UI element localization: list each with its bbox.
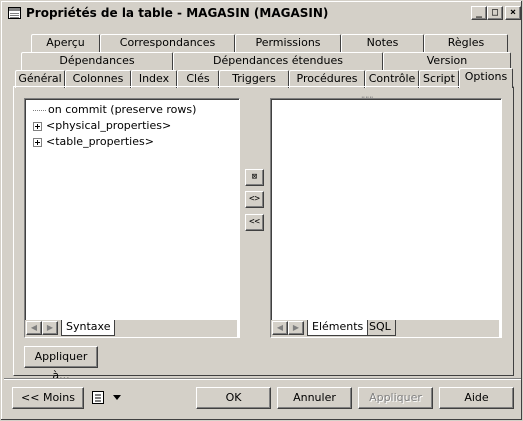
- tab-dependances-etendues[interactable]: Dépendances étendues: [173, 52, 383, 70]
- tab-syntaxe[interactable]: Syntaxe: [61, 320, 116, 336]
- tree-item-label: <table_properties>: [46, 135, 154, 148]
- tab-regles[interactable]: Règles: [424, 34, 508, 52]
- dialog-window: Propriétés de la table - MAGASIN (MAGASI…: [0, 0, 523, 421]
- tab-sql[interactable]: SQL: [365, 320, 396, 336]
- apply-button[interactable]: Appliquer: [358, 387, 433, 409]
- add-item-button[interactable]: ⊠: [245, 169, 264, 186]
- close-button[interactable]: ×: [505, 6, 521, 20]
- left-tab-strip: ◀ ▶ Syntaxe: [25, 320, 237, 337]
- top-marker: """: [361, 96, 374, 106]
- expand-icon[interactable]: [33, 137, 42, 147]
- tree-item[interactable]: <table_properties>: [33, 135, 154, 148]
- title-bar: Propriétés de la table - MAGASIN (MAGASI…: [4, 4, 521, 22]
- scroll-left-button[interactable]: ◀: [26, 321, 42, 335]
- tab-correspondances[interactable]: Correspondances: [100, 34, 235, 52]
- tab-dependances[interactable]: Dépendances: [21, 52, 173, 70]
- remove-item-button[interactable]: <<: [245, 214, 264, 231]
- ok-button[interactable]: OK: [196, 387, 271, 409]
- maximize-button[interactable]: □: [487, 6, 503, 20]
- edit-item-button[interactable]: <>: [245, 191, 264, 208]
- divider: [4, 378, 521, 380]
- help-button[interactable]: Aide: [439, 387, 514, 409]
- scroll-right-button[interactable]: ▶: [288, 321, 304, 335]
- tree-item-label: on commit (preserve rows): [48, 103, 197, 116]
- scroll-right-button[interactable]: ▶: [42, 321, 58, 335]
- elements-pane[interactable]: """ ◀ ▶ Eléments SQL: [270, 96, 502, 338]
- minimize-button[interactable]: _: [471, 6, 487, 20]
- tab-permissions[interactable]: Permissions: [235, 34, 341, 52]
- cancel-button[interactable]: Annuler: [277, 387, 352, 409]
- tab-row-1: Aperçu Correspondances Permissions Notes…: [31, 34, 511, 52]
- tree-item-label: <physical_properties>: [46, 119, 172, 132]
- scroll-left-button[interactable]: ◀: [272, 321, 288, 335]
- list-icon[interactable]: [92, 391, 105, 405]
- tree-item[interactable]: <physical_properties>: [33, 119, 171, 132]
- table-icon: [8, 7, 21, 19]
- tab-elements[interactable]: Eléments: [307, 320, 369, 336]
- tab-row-2: Dépendances Dépendances étendues Version: [21, 52, 511, 70]
- tab-notes[interactable]: Notes: [341, 34, 424, 52]
- tab-options[interactable]: Options: [459, 68, 513, 88]
- triangle-down-icon[interactable]: [113, 395, 121, 400]
- right-tab-strip: ◀ ▶ Eléments SQL: [271, 320, 499, 337]
- syntax-tree-pane[interactable]: on commit (preserve rows) <physical_prop…: [24, 98, 240, 338]
- window-title: Propriétés de la table - MAGASIN (MAGASI…: [26, 6, 329, 20]
- apply-to-button[interactable]: Appliquer à...: [24, 346, 98, 382]
- tree-connector: [33, 109, 46, 111]
- tree-item[interactable]: on commit (preserve rows): [33, 103, 196, 116]
- tab-apercu[interactable]: Aperçu: [31, 34, 100, 52]
- less-button[interactable]: << Moins: [12, 387, 84, 409]
- expand-icon[interactable]: [33, 121, 42, 131]
